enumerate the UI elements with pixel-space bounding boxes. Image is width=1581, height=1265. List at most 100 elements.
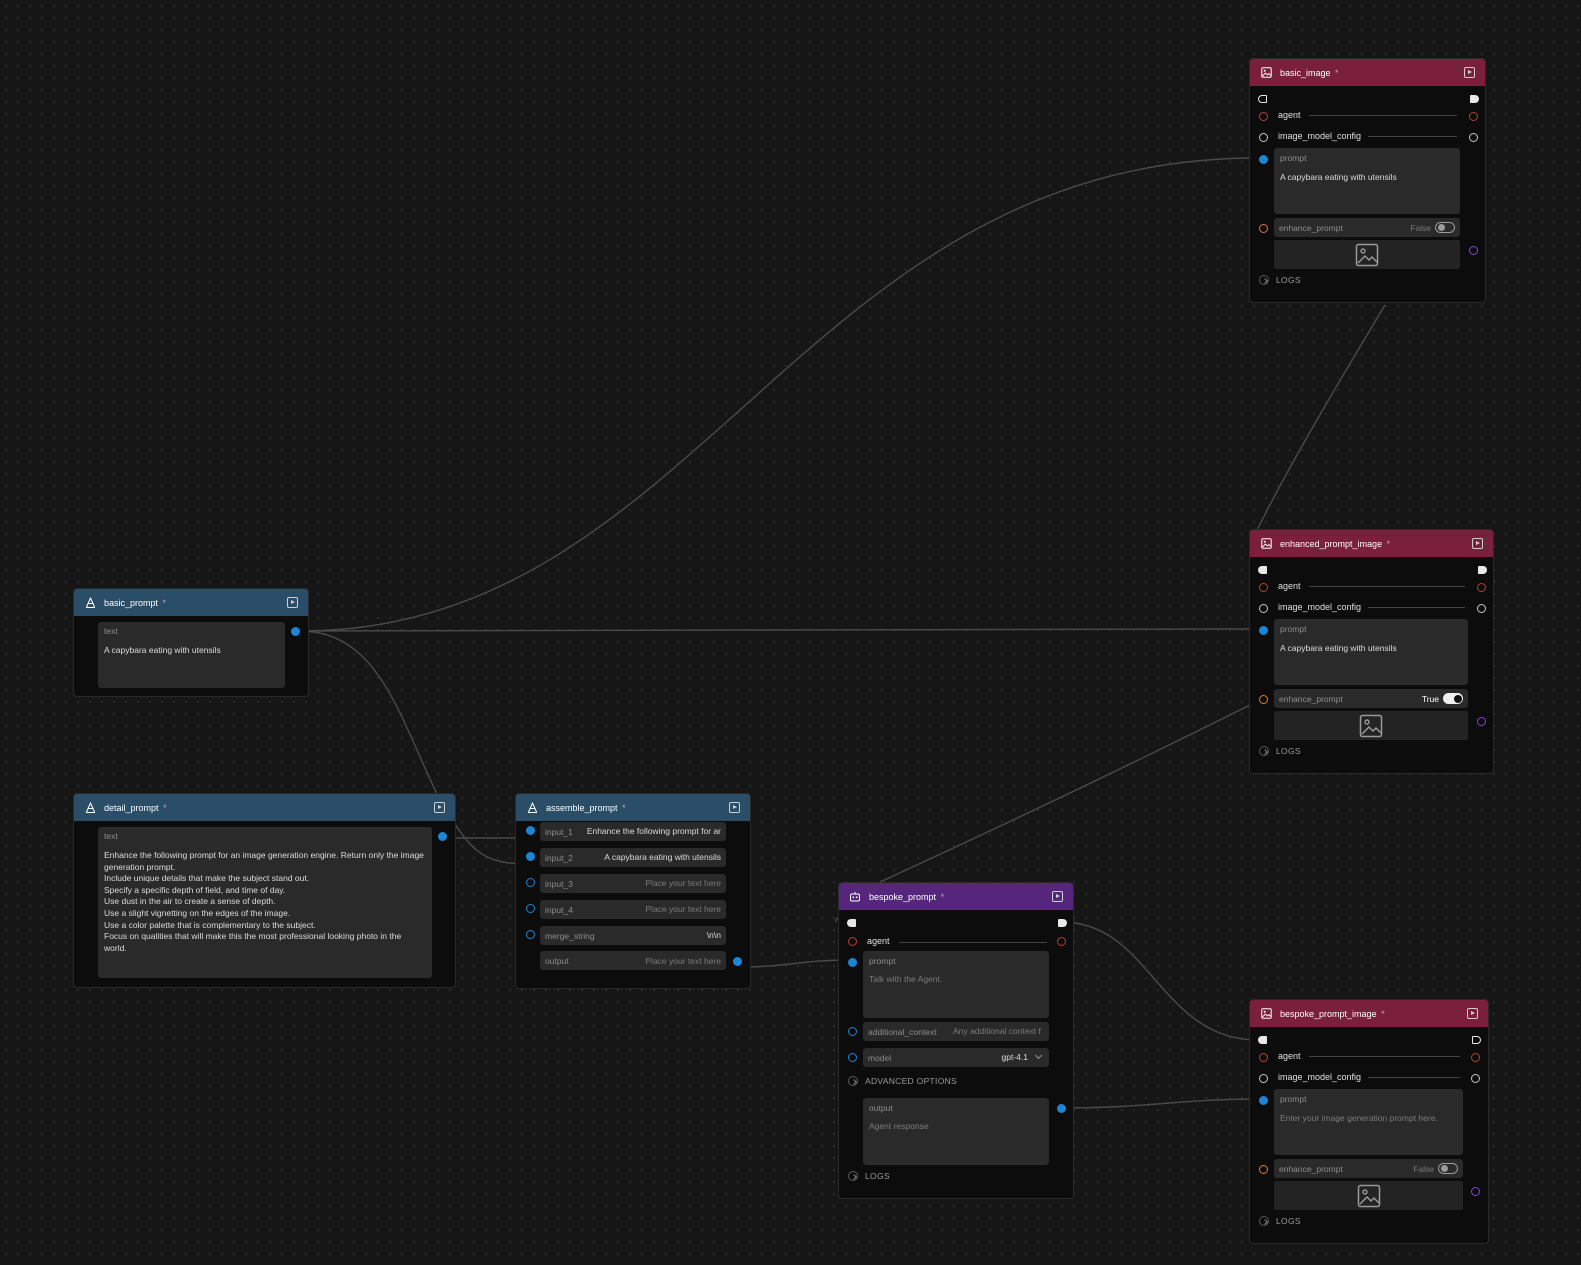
output-port-text[interactable] (733, 957, 742, 966)
node-detail-prompt[interactable]: detail_prompt * text Enhance the followi… (73, 793, 456, 988)
output-port-image-model-config[interactable] (1469, 133, 1478, 142)
field-value: A capybara eating with utensils (1280, 172, 1397, 182)
input-port-image-model-config[interactable] (1259, 1074, 1268, 1083)
input-port-model[interactable] (848, 1053, 857, 1062)
merge-string-field[interactable]: merge_string \n\n (540, 926, 726, 945)
enhance-prompt-field[interactable]: enhance_prompt False (1274, 1159, 1463, 1178)
node-title: basic_prompt * (104, 597, 167, 608)
output-port-image[interactable] (1469, 246, 1478, 255)
run-node-button[interactable] (287, 597, 298, 608)
image-model-config-label: image_model_config (1278, 1072, 1362, 1082)
input-port-merge-string[interactable] (526, 930, 535, 939)
input-port-image-model-config[interactable] (1259, 604, 1268, 613)
run-node-button[interactable] (1472, 538, 1483, 549)
node-header[interactable]: bespoke_prompt * (839, 883, 1073, 910)
input-port-additional-context[interactable] (848, 1027, 857, 1036)
input-port-prompt[interactable] (1259, 626, 1268, 635)
flow-input-handle[interactable] (1258, 95, 1267, 103)
prompt-field[interactable]: prompt A capybara eating with utensils (1274, 619, 1468, 685)
field-placeholder: Talk with the Agent. (869, 974, 943, 984)
flow-output-handle[interactable] (1470, 95, 1479, 103)
advanced-options-toggle[interactable]: ADVANCED OPTIONS (848, 1076, 957, 1086)
node-header[interactable]: bespoke_prompt_image * (1250, 1000, 1488, 1027)
input-port-agent[interactable] (1259, 583, 1268, 592)
input-port-input-3[interactable] (526, 878, 535, 887)
input-1-field[interactable]: input_1 Enhance the following prompt for… (540, 822, 726, 841)
node-header[interactable]: assemble_prompt * (516, 794, 750, 821)
wire-enhanced-to-bespoke-node (879, 704, 1251, 883)
enhance-prompt-toggle[interactable] (1435, 222, 1455, 233)
enhance-prompt-field[interactable]: enhance_prompt True (1274, 689, 1468, 708)
input-port-agent[interactable] (1259, 1053, 1268, 1062)
output-field[interactable]: output Agent response (863, 1098, 1049, 1165)
input-4-field[interactable]: input_4 Place your text here (540, 900, 726, 919)
node-bespoke-prompt[interactable]: bespoke_prompt * agent prompt Talk with … (838, 882, 1074, 1199)
additional-context-field[interactable]: additional_context Any additional contex… (863, 1022, 1049, 1041)
input-port-enhance-prompt[interactable] (1259, 224, 1268, 233)
run-node-button[interactable] (729, 802, 740, 813)
output-port-text[interactable] (1057, 1104, 1066, 1113)
input-3-field[interactable]: input_3 Place your text here (540, 874, 726, 893)
input-port-input-2[interactable] (526, 852, 535, 861)
output-port-image-model-config[interactable] (1477, 604, 1486, 613)
input-port-input-4[interactable] (526, 904, 535, 913)
flow-output-handle[interactable] (1058, 919, 1067, 927)
input-2-field[interactable]: input_2 A capybara eating with utensils (540, 848, 726, 867)
logs-toggle[interactable]: LOGS (848, 1171, 890, 1181)
output-port-agent[interactable] (1471, 1053, 1480, 1062)
text-icon (84, 597, 96, 609)
logs-toggle[interactable]: LOGS (1259, 746, 1301, 756)
input-port-prompt[interactable] (848, 958, 857, 967)
input-port-agent[interactable] (848, 937, 857, 946)
enhance-prompt-field[interactable]: enhance_prompt False (1274, 218, 1460, 237)
input-port-input-1[interactable] (526, 826, 535, 835)
input-port-enhance-prompt[interactable] (1259, 1165, 1268, 1174)
node-assemble-prompt[interactable]: assemble_prompt * input_1 Enhance the fo… (515, 793, 751, 989)
logs-toggle[interactable]: LOGS (1259, 275, 1301, 285)
flow-output-handle[interactable] (1472, 1036, 1481, 1044)
run-node-button[interactable] (1464, 67, 1475, 78)
node-header[interactable]: basic_prompt * (74, 589, 308, 616)
input-port-agent[interactable] (1259, 112, 1268, 121)
run-node-button[interactable] (1052, 891, 1063, 902)
output-field[interactable]: output Place your text here (540, 951, 726, 970)
output-port-agent[interactable] (1057, 937, 1066, 946)
text-field[interactable]: text A capybara eating with utensils (98, 622, 285, 688)
node-header[interactable]: detail_prompt * (74, 794, 455, 821)
prompt-field[interactable]: prompt Enter your image generation promp… (1274, 1089, 1463, 1155)
logs-toggle[interactable]: LOGS (1259, 1216, 1301, 1226)
output-port-image-model-config[interactable] (1471, 1074, 1480, 1083)
model-select[interactable]: model gpt-4.1 (863, 1048, 1049, 1067)
prompt-field[interactable]: prompt Talk with the Agent. (863, 951, 1049, 1018)
node-basic-image[interactable]: basic_image * agent image_model_config p… (1249, 58, 1486, 303)
output-port-image[interactable] (1471, 1187, 1480, 1196)
output-port-text[interactable] (291, 627, 300, 636)
output-port-text[interactable] (438, 832, 447, 841)
flow-input-handle[interactable] (847, 919, 856, 927)
flow-output-handle[interactable] (1478, 566, 1487, 574)
input-port-prompt[interactable] (1259, 155, 1268, 164)
node-bespoke-prompt-image[interactable]: bespoke_prompt_image * agent image_model… (1249, 999, 1489, 1244)
field-label: text (104, 626, 118, 636)
input-port-image-model-config[interactable] (1259, 133, 1268, 142)
chevron-right-icon (1259, 275, 1269, 285)
node-basic-prompt[interactable]: basic_prompt * text A capybara eating wi… (73, 588, 309, 697)
flow-input-handle[interactable] (1258, 1036, 1267, 1044)
node-enhanced-prompt-image[interactable]: enhanced_prompt_image * agent image_mode… (1249, 529, 1494, 774)
enhance-prompt-toggle[interactable] (1443, 693, 1463, 704)
flow-input-handle[interactable] (1258, 566, 1267, 574)
node-header[interactable]: enhanced_prompt_image * (1250, 530, 1493, 557)
field-placeholder: Enter your image generation prompt here. (1280, 1113, 1438, 1123)
run-node-button[interactable] (434, 802, 445, 813)
output-port-agent[interactable] (1477, 583, 1486, 592)
prompt-field[interactable]: prompt A capybara eating with utensils (1274, 148, 1460, 214)
input-port-prompt[interactable] (1259, 1096, 1268, 1105)
text-field[interactable]: text Enhance the following prompt for an… (98, 827, 432, 978)
input-port-enhance-prompt[interactable] (1259, 695, 1268, 704)
output-port-image[interactable] (1477, 717, 1486, 726)
run-node-button[interactable] (1467, 1008, 1478, 1019)
node-header[interactable]: basic_image * (1250, 59, 1485, 86)
enhance-prompt-toggle[interactable] (1438, 1163, 1458, 1174)
output-port-agent[interactable] (1469, 112, 1478, 121)
wire-basic-prompt-to-enhanced-image (299, 628, 1259, 632)
